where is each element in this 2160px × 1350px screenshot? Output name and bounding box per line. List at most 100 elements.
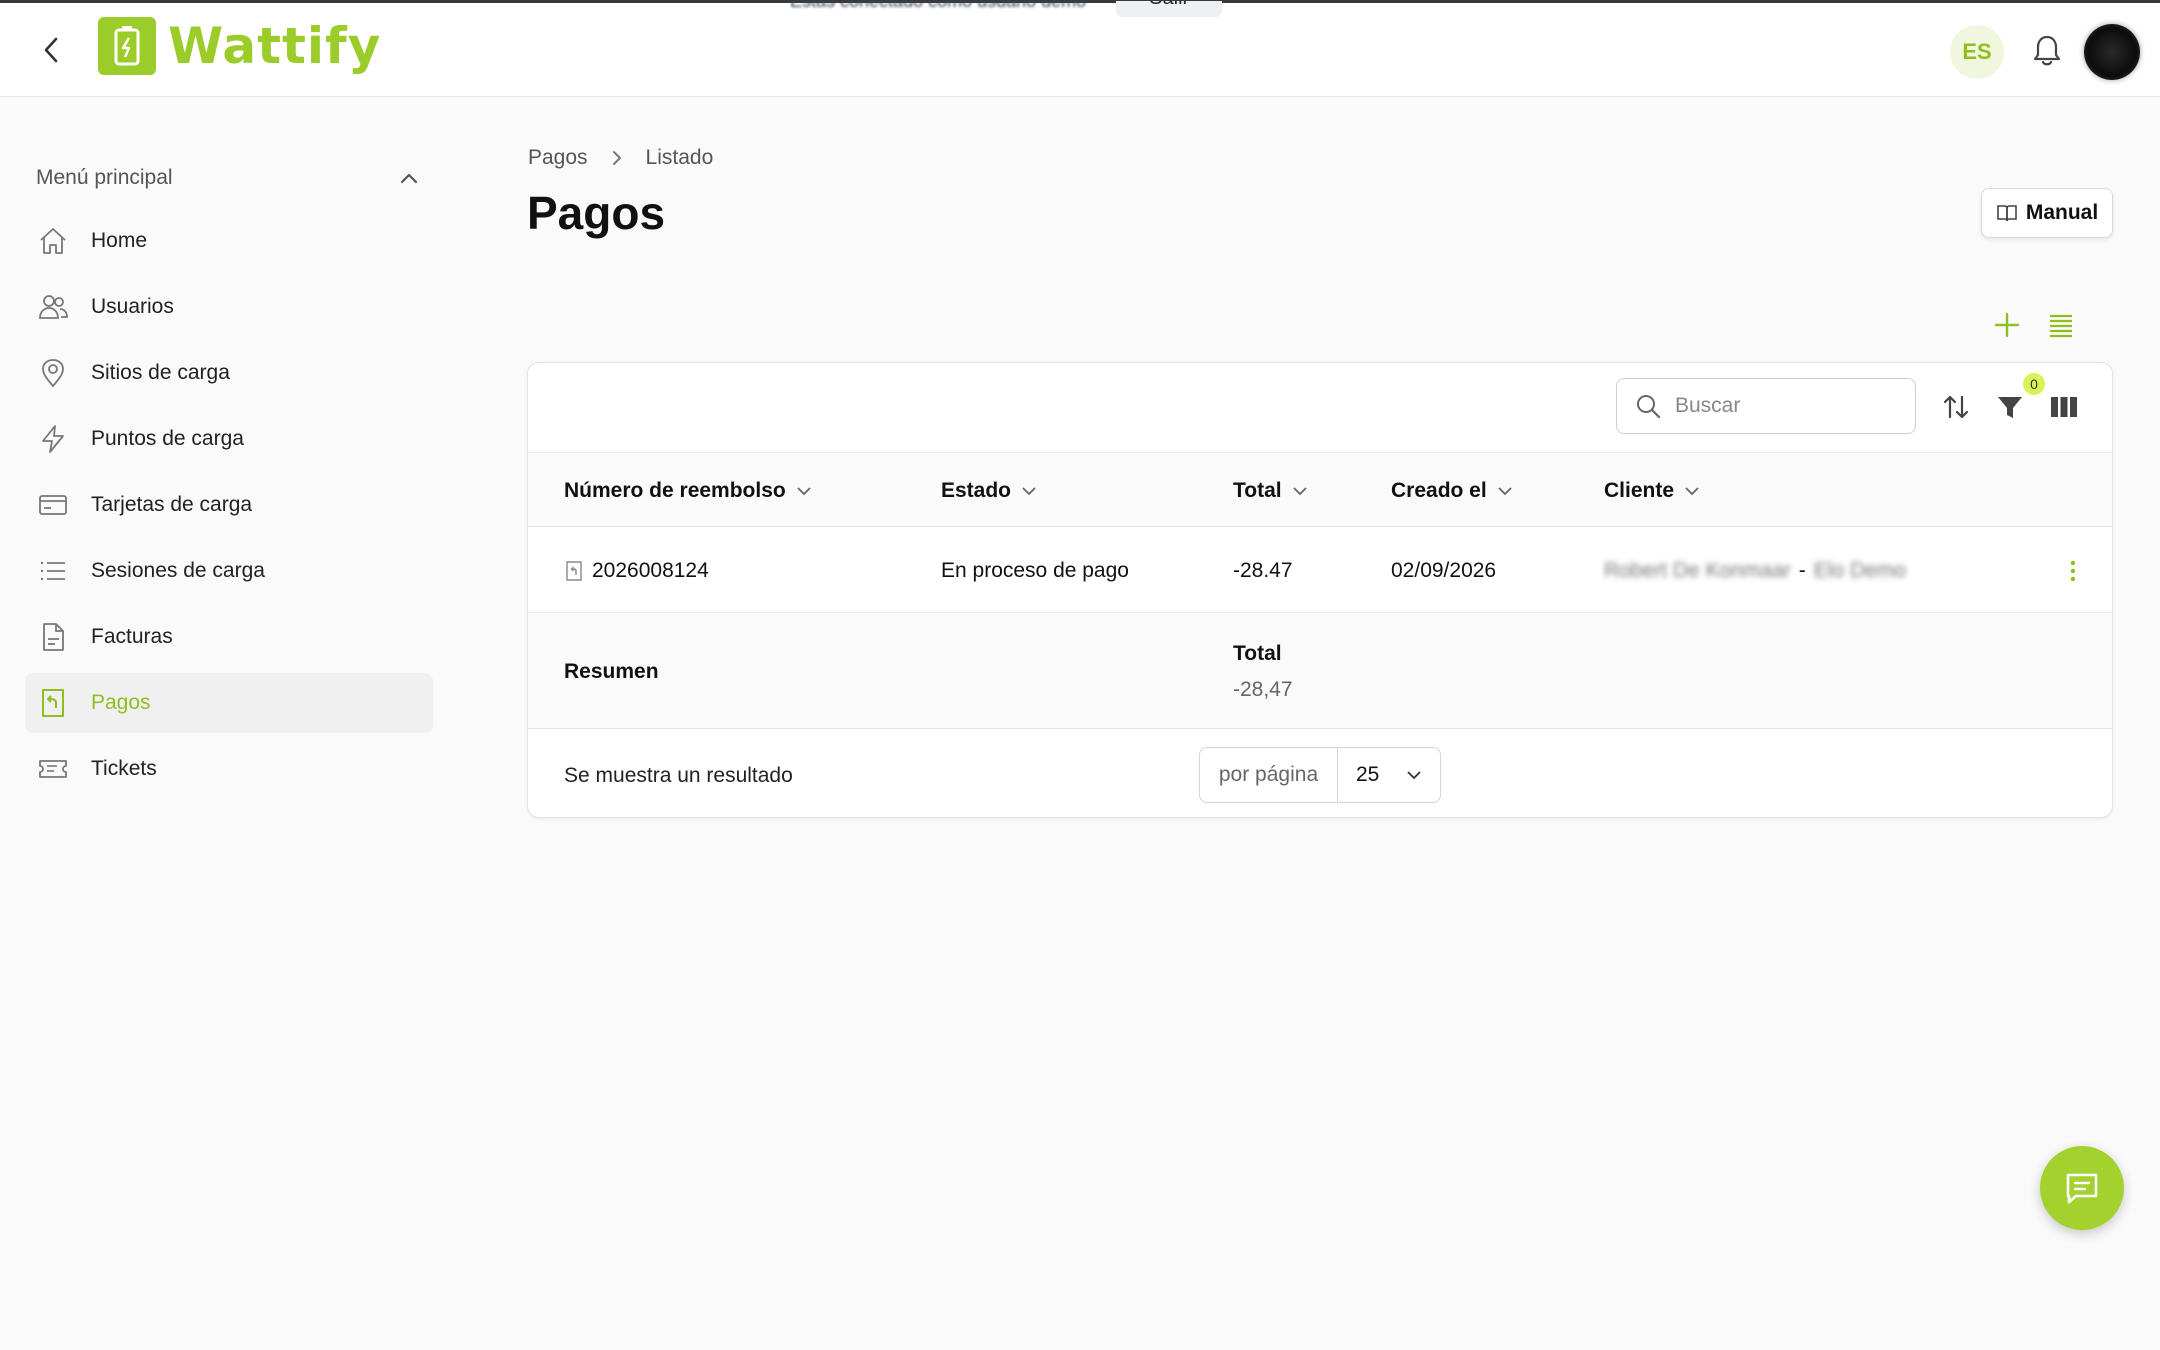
- client-cell[interactable]: Robert De Konmaar - Elo Demo: [1604, 528, 1906, 613]
- column-label: Creado el: [1391, 478, 1487, 502]
- sidebar-item-label: Tarjetas de carga: [91, 493, 253, 516]
- status-cell: En proceso de pago: [941, 558, 1129, 582]
- table-footer: Se muestra un resultado por página 25: [528, 730, 2112, 817]
- impersonation-text: Estás conectado como usuario demo: [790, 1, 1087, 11]
- main-menu-toggle[interactable]: Menú principal: [36, 162, 420, 194]
- users-icon: [39, 295, 68, 319]
- columns-icon: [2051, 397, 2077, 417]
- per-page-value: 25: [1356, 763, 1380, 786]
- chat-button[interactable]: [2040, 1146, 2124, 1230]
- search-box[interactable]: [1616, 378, 1916, 434]
- summary-label: Resumen: [564, 660, 659, 683]
- sort-arrows-icon: [1943, 395, 1969, 419]
- search-icon: [1637, 395, 1661, 419]
- chevron-down-icon: [1022, 486, 1036, 495]
- language-selector[interactable]: ES: [1950, 25, 2004, 79]
- add-button[interactable]: [1992, 310, 2022, 340]
- document-icon: [43, 623, 64, 651]
- summary-total-value: -28,47: [1233, 678, 1293, 701]
- brand-logo[interactable]: Wattify: [98, 17, 381, 75]
- chevron-down-icon: [1292, 486, 1307, 495]
- filter-count-badge: 0: [2023, 373, 2045, 395]
- filter-button[interactable]: [1994, 391, 2026, 423]
- column-label: Número de reembolso: [564, 478, 786, 502]
- column-created[interactable]: Creado el: [1391, 454, 1513, 527]
- summary-row: Resumen Total -28,47: [528, 614, 2112, 729]
- chevron-down-icon: [1407, 771, 1421, 780]
- column-client[interactable]: Cliente: [1604, 454, 1700, 527]
- search-input[interactable]: [1675, 394, 1895, 418]
- chevron-down-icon: [797, 486, 811, 495]
- page-title: Pagos: [527, 187, 666, 239]
- table-row[interactable]: 2026008124 En proceso de pago -28.47 02/…: [528, 528, 2112, 613]
- battery-logo-icon: [98, 17, 156, 75]
- sidebar-item-label: Usuarios: [91, 295, 174, 318]
- row-actions-button[interactable]: [2058, 556, 2088, 586]
- sidebar-item-label: Sesiones de carga: [91, 559, 265, 582]
- chevron-left-icon: [44, 37, 58, 63]
- back-button[interactable]: [38, 33, 66, 67]
- column-status[interactable]: Estado: [941, 454, 1037, 527]
- list-icon: [40, 561, 65, 581]
- funnel-icon: [1998, 397, 2022, 418]
- sidebar-item-label: Tickets: [91, 757, 157, 780]
- column-total[interactable]: Total: [1233, 454, 1308, 527]
- sidebar-item-label: Pagos: [91, 691, 151, 714]
- sidebar-item-label: Facturas: [91, 625, 173, 648]
- chevron-down-icon: [1498, 486, 1512, 495]
- density-button[interactable]: [2046, 310, 2076, 340]
- sidebar-item-sesiones[interactable]: Sesiones de carga: [25, 541, 433, 601]
- map-pin-icon: [42, 359, 64, 388]
- lightning-icon: [42, 425, 64, 453]
- sidebar-item-home[interactable]: Home: [25, 211, 433, 271]
- user-avatar[interactable]: [2084, 24, 2140, 80]
- table-toolbar: 0: [528, 363, 2112, 453]
- sidebar-item-tarjetas[interactable]: Tarjetas de carga: [25, 475, 433, 535]
- column-label: Cliente: [1604, 478, 1675, 502]
- per-page-select[interactable]: 25: [1338, 763, 1440, 787]
- per-page-label: por página: [1200, 748, 1338, 802]
- total-cell: -28.47: [1233, 558, 1293, 582]
- payments-table-card: 0 Número de reembolso Estado Total Cread…: [527, 362, 2113, 818]
- card-icon: [39, 495, 67, 515]
- notifications-button[interactable]: [2030, 33, 2064, 69]
- column-label: Total: [1233, 478, 1282, 502]
- sort-button[interactable]: [1940, 391, 1972, 423]
- sidebar-item-label: Home: [91, 229, 148, 252]
- book-icon: [1997, 205, 2017, 222]
- breadcrumb: Pagos Listado: [528, 146, 713, 170]
- main-menu-label: Menú principal: [36, 166, 173, 189]
- ticket-icon: [39, 760, 67, 778]
- manual-button-label: Manual: [2025, 201, 2099, 224]
- chevron-right-icon: [612, 151, 621, 165]
- impersonation-strip: Estás conectado como usuario demo Salir: [790, 1, 1223, 17]
- column-refund-number[interactable]: Número de reembolso: [564, 454, 812, 527]
- refund-icon: [566, 560, 582, 581]
- exit-button[interactable]: Salir: [1116, 1, 1223, 17]
- rows-icon: [2050, 314, 2072, 338]
- column-label: Estado: [941, 478, 1012, 502]
- table-header: Número de reembolso Estado Total Creado …: [528, 454, 2112, 527]
- results-count-text: Se muestra un resultado: [564, 764, 793, 787]
- client-name[interactable]: Robert De Konmaar: [1604, 559, 1791, 583]
- sidebar-item-pagos[interactable]: Pagos: [25, 673, 433, 733]
- sidebar: Menú principal Home Usuarios Sitios de c…: [0, 98, 460, 1350]
- sidebar-item-usuarios[interactable]: Usuarios: [25, 277, 433, 337]
- refund-icon: [42, 689, 64, 717]
- sidebar-item-tickets[interactable]: Tickets: [25, 739, 433, 799]
- refund-number-cell[interactable]: 2026008124: [564, 528, 709, 613]
- chevron-down-icon: [1685, 486, 1699, 495]
- sidebar-item-facturas[interactable]: Facturas: [25, 607, 433, 667]
- breadcrumb-current: Listado: [645, 146, 714, 169]
- sidebar-item-puntos[interactable]: Puntos de carga: [25, 409, 433, 469]
- refund-number: 2026008124: [592, 558, 709, 582]
- client-company[interactable]: Elo Demo: [1814, 559, 1906, 583]
- breadcrumb-parent[interactable]: Pagos: [528, 146, 588, 170]
- per-page-control: por página 25: [1199, 747, 1441, 803]
- brand-name: Wattify: [168, 17, 382, 75]
- summary-total-label: Total: [1233, 642, 1282, 665]
- columns-button[interactable]: [2048, 391, 2080, 423]
- manual-button[interactable]: Manual: [1981, 188, 2113, 238]
- sidebar-item-label: Sitios de carga: [91, 361, 230, 384]
- sidebar-item-sitios[interactable]: Sitios de carga: [25, 343, 433, 403]
